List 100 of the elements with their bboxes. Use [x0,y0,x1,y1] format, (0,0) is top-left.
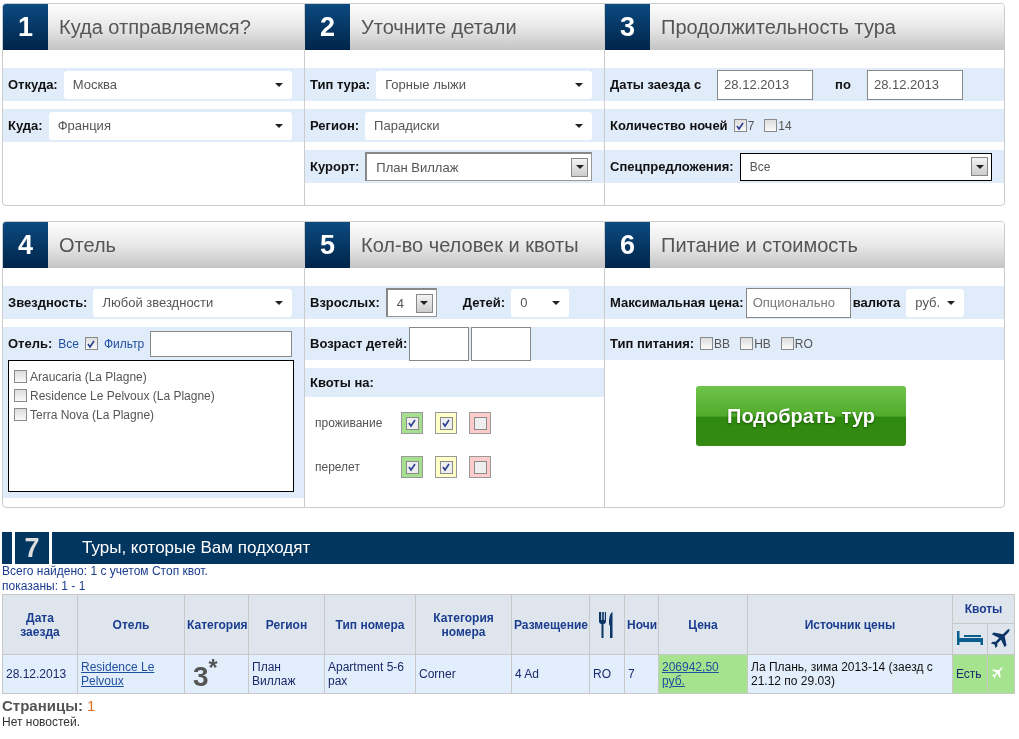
caret-icon [275,123,283,128]
quota-label: перелет [315,460,361,474]
dropdown[interactable]: План Виллаж [365,152,592,181]
results-summary: показаны: 1 - 1 [2,579,87,594]
bed-icon [956,629,984,646]
table-cell: План Виллаж [248,654,325,694]
pagination-label: Страницы: [2,697,83,715]
field-label: валюта [852,295,901,310]
column-header: Тип номера [324,594,416,655]
field-label: по [835,77,851,92]
checkbox-label: HB [754,336,771,351]
field-label: Регион: [310,118,360,133]
table-cell: Ла Плань, зима 2013-14 (заезд с 21.12 по 29.03) [747,654,953,694]
field-label: Тип питания: [610,336,695,351]
column-header: Источник цены [747,594,953,655]
section-title: Туры, которые Вам подходят [81,538,311,558]
column-header: Квоты [952,594,1015,624]
quota-label: проживание [315,416,384,430]
table-cell: Apartment 5-6 pax [324,654,416,694]
link[interactable]: Все [58,336,79,351]
input-field[interactable]: Опционально [745,287,851,318]
table-cell: 28.12.2013 [2,654,78,694]
plane-icon [991,666,1004,680]
checkbox[interactable] [780,337,794,350]
caret-icon [552,300,561,305]
field-label: Куда: [8,118,43,133]
checkbox[interactable] [740,337,754,350]
section-number: 3 [605,4,650,50]
section-number: 6 [605,222,650,268]
input-field[interactable] [409,326,470,361]
checkbox[interactable] [14,370,27,383]
checkbox[interactable] [85,337,98,350]
section-title: Кол-во человек и квоты [350,222,604,268]
column-header: Дата заезда [2,594,78,655]
checkbox[interactable] [733,119,747,132]
field-label: Количество ночей [610,118,728,133]
column-header: Ночи [624,594,659,655]
section-number: 7 [12,532,52,564]
input-field[interactable]: 28.12.2013 [717,69,814,100]
hotel-name: Terra Nova (La Plagne) [30,407,155,422]
field-label: Даты заезда с [610,77,702,92]
section-number: 5 [305,222,350,268]
dropdown[interactable]: Франция [48,111,292,140]
field-label: Максимальная цена: [610,295,744,310]
column-header: Категория [184,594,249,655]
input-field[interactable] [471,326,532,361]
input-field[interactable]: 28.12.2013 [866,69,963,100]
section-title: Уточните детали [350,4,604,50]
caret-icon [947,300,956,305]
link[interactable]: Фильтр [104,336,145,351]
caret-icon [575,82,583,87]
section-number: 1 [3,4,48,50]
section-title: Отель [48,222,304,268]
search-tour-button[interactable]: Подобрать тур [696,386,906,446]
checkbox-label: 7 [747,118,755,133]
column-header: Отель [77,594,185,655]
field-label: Тип тура: [310,77,371,92]
table-cell: Corner [415,654,512,694]
dropdown[interactable]: 0 [511,288,570,317]
checkbox[interactable] [700,337,714,350]
column-header: Цена [658,594,748,655]
checkbox[interactable] [764,119,778,132]
news-message: Нет новостей. [2,715,82,730]
caret-icon [575,123,583,128]
dropdown[interactable]: Москва [63,70,292,99]
checkbox[interactable] [14,389,27,402]
field-label: Звездность: [8,295,88,310]
field-label: Детей: [462,295,506,310]
field-label: Отель: [8,336,53,351]
section-number: 2 [305,4,350,50]
column-header: Категория номера [415,594,512,655]
section-number: 4 [3,222,48,268]
dropdown[interactable]: Любой звездности [93,288,292,317]
field-label: Взрослых: [310,295,380,310]
dropdown[interactable]: руб. [906,288,965,317]
input-field[interactable] [150,330,292,357]
section-title: Продолжительность тура [650,4,1004,50]
field-label: Возраст детей: [310,336,408,351]
hotel-name: Araucaria (La Plagne) [30,369,147,384]
checkbox-label: 14 [778,118,792,133]
checkbox-label: RO [794,336,813,351]
checkbox[interactable] [14,408,27,421]
table-cell: 4 Ad [511,654,590,694]
checkbox-label: BB [714,336,731,351]
field-label: Спецпредложения: [610,159,734,174]
field-label: Откуда: [8,77,58,92]
dropdown[interactable]: 4 [385,288,437,317]
caret-icon [275,82,283,87]
dropdown[interactable]: Парадиски [365,111,592,140]
caret-icon [275,300,283,305]
section-title: Куда отправляемся? [48,4,304,50]
section-title: Питание и стоимость [650,222,1004,268]
hotel-category: 3$^{*}$ [193,661,218,693]
column-header: Регион [248,594,325,655]
dropdown[interactable]: Горные лыжи [376,70,592,99]
column-header: Размещение [511,594,590,655]
dropdown[interactable]: Все [739,152,992,181]
field-label: Курорт: [310,159,360,174]
results-summary: Всего найдено: 1 с учетом Стоп квот. [2,564,209,579]
hotel-name: Residence Le Pelvoux (La Plagne) [30,388,215,403]
